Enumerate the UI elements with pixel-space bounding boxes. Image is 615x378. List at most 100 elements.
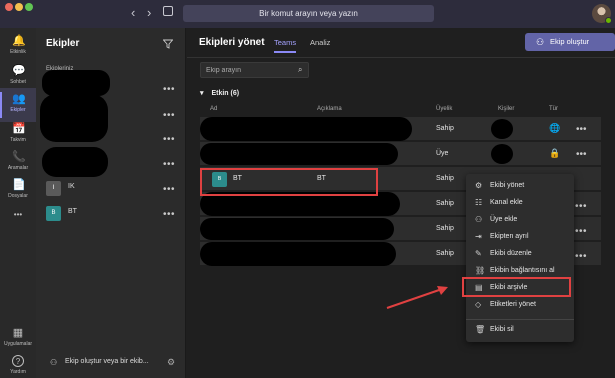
more-options-icon[interactable]: ••• — [163, 210, 175, 220]
membership-cell: Sahip — [436, 250, 454, 257]
more-options-icon[interactable]: ••• — [163, 135, 175, 145]
more-options-icon[interactable]: ••• — [575, 252, 587, 262]
search-icon[interactable]: ⌕ — [298, 65, 302, 75]
menu-item-label: Ekibi düzenle — [490, 250, 532, 257]
settings-gear-icon[interactable]: ⚙ — [167, 357, 175, 368]
team-item-bt[interactable]: B BT ••• — [36, 203, 186, 225]
menu-item-manage-tags[interactable]: ◇ Etiketleri yönet — [466, 297, 574, 314]
more-options-icon[interactable]: ••• — [163, 160, 175, 170]
tab-teams[interactable]: Teams — [274, 38, 297, 53]
globe-icon: 🌐 — [549, 123, 561, 133]
create-or-join-team-link[interactable]: Ekip oluştur veya bir ekib... — [65, 358, 149, 365]
minimize-window-button[interactable] — [15, 3, 23, 11]
maximize-window-button[interactable] — [25, 3, 33, 11]
team-item[interactable]: ••• — [36, 147, 186, 177]
rail-item-help[interactable]: ? Yardım — [0, 350, 36, 378]
redacted-team — [200, 242, 396, 266]
edit-icon: ✎ — [475, 249, 482, 258]
phone-icon: 📞 — [12, 151, 26, 163]
table-row[interactable]: Üye 🔒 ••• — [200, 142, 601, 166]
menu-item-label: Ekipten ayrıl — [490, 233, 529, 240]
rail-item-more[interactable]: ••• — [0, 204, 36, 238]
filter-icon[interactable] — [163, 39, 173, 49]
rail-item-label: Etkinlik — [10, 49, 26, 55]
team-item[interactable]: ••• — [36, 94, 186, 142]
menu-item-label: Ekibi sil — [490, 326, 514, 333]
create-team-icon: ⚇ — [50, 358, 58, 367]
rail-item-teams[interactable]: 👥 Ekipler — [0, 88, 36, 122]
rail-item-label: Uygulamalar — [3, 341, 33, 347]
table-row[interactable]: Sahip 🌐 ••• — [200, 117, 601, 141]
lock-icon: 🔒 — [549, 148, 561, 158]
annotation-arrow-icon — [386, 286, 448, 309]
close-window-button[interactable] — [5, 3, 13, 11]
menu-item-edit-team[interactable]: ✎ Ekibi düzenle — [466, 246, 574, 263]
more-options-icon[interactable]: ••• — [575, 202, 587, 212]
menu-item-label: Etiketleri yönet — [490, 301, 536, 308]
section-label: Etkin (6) — [211, 90, 240, 97]
menu-item-leave-team[interactable]: ⇥ Ekipten ayrıl — [466, 229, 574, 246]
more-options-icon[interactable]: ••• — [575, 227, 587, 237]
rail-item-label: Ekipler — [10, 107, 26, 113]
redacted-team — [200, 117, 412, 141]
menu-item-label: Ekibi yönet — [490, 182, 525, 189]
create-team-label: Ekip oluştur — [550, 37, 590, 46]
compose-icon[interactable] — [163, 6, 173, 16]
menu-item-delete-team[interactable]: 🗑 Ekibi sil — [466, 322, 574, 339]
team-search-box[interactable]: ⌕ — [200, 62, 309, 78]
membership-cell: Üye — [436, 150, 449, 157]
leave-icon: ⇥ — [475, 232, 482, 241]
add-team-icon: ⚇ — [536, 37, 545, 47]
column-header-membership[interactable]: Üyelik — [436, 106, 452, 112]
rail-item-activity[interactable]: 🔔 Etkinlik — [0, 30, 36, 64]
tab-analytics[interactable]: Analiz — [310, 38, 330, 47]
rail-item-label: Takvim — [10, 137, 26, 143]
rail-item-label: Sohbet — [10, 79, 26, 85]
chevron-down-icon: ▾ — [200, 90, 204, 97]
bell-icon: 🔔 — [12, 35, 26, 47]
app-rail: 🔔 Etkinlik 💬 Sohbet 👥 Ekipler 📅 Takvim 📞… — [0, 28, 36, 378]
column-header-description[interactable]: Açıklama — [317, 106, 342, 112]
menu-item-label: Üye ekle — [490, 216, 518, 223]
team-item-ik[interactable]: I IK — [36, 178, 186, 200]
link-icon: ⛓ — [475, 266, 486, 275]
rail-item-label: Yardım — [10, 369, 26, 375]
bt-row-highlight — [200, 168, 378, 196]
column-header-people[interactable]: Kişiler — [498, 106, 514, 112]
forward-button[interactable]: › — [147, 6, 151, 20]
teams-panel: Ekipler Ekipleriniz ••• ••• ••• ••• ••• … — [36, 28, 186, 378]
tag-icon: ◇ — [475, 300, 482, 309]
membership-cell: Sahip — [436, 175, 454, 182]
menu-item-manage-team[interactable]: ⚙ Ekibi yönet — [466, 178, 574, 195]
membership-cell: Sahip — [436, 225, 454, 232]
column-header-type[interactable]: Tür — [549, 106, 558, 112]
redacted-team — [42, 147, 108, 177]
team-search-input[interactable] — [201, 63, 291, 77]
column-header-name[interactable]: Ad — [210, 106, 217, 112]
rail-item-files[interactable]: 📄 Dosyalar — [0, 174, 36, 208]
more-options-icon[interactable]: ••• — [576, 149, 587, 160]
chat-icon: 💬 — [12, 65, 26, 77]
more-options-icon[interactable]: ••• — [163, 85, 175, 95]
more-options-icon[interactable]: ••• — [576, 124, 587, 135]
team-name: IK — [68, 183, 75, 190]
team-tile: I — [46, 181, 61, 196]
file-icon: 📄 — [12, 179, 26, 191]
menu-item-label: Kanal ekle — [490, 199, 523, 206]
archive-item-highlight — [462, 277, 571, 297]
help-icon: ? — [12, 355, 24, 367]
panel-title: Ekipler — [46, 38, 80, 49]
more-icon: ••• — [13, 210, 23, 219]
teams-window: ‹ › Bir komut arayın veya yazın 🔔 Etkinl… — [0, 0, 615, 378]
menu-item-add-channel[interactable]: ☷ Kanal ekle — [466, 195, 574, 212]
active-section-header[interactable]: ▾ Etkin (6) — [200, 89, 239, 97]
menu-item-add-member[interactable]: ⚇ Üye ekle — [466, 212, 574, 229]
command-search-bar[interactable]: Bir komut arayın veya yazın — [183, 5, 434, 22]
back-button[interactable]: ‹ — [131, 6, 135, 20]
more-options-icon[interactable]: ••• — [163, 111, 175, 121]
redacted-team — [200, 218, 394, 240]
create-team-button[interactable]: ⚇ Ekip oluştur — [525, 33, 615, 51]
main-header: Ekipleri yönet Teams Analiz ⚇ Ekip oluşt… — [187, 28, 615, 58]
membership-cell: Sahip — [436, 125, 454, 132]
trash-icon: 🗑 — [475, 325, 486, 334]
